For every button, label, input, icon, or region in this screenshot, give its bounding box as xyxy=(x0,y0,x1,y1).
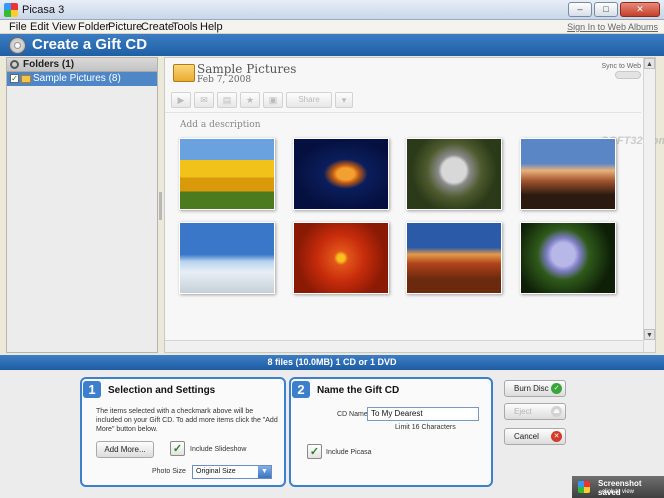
album-title: Sample Pictures xyxy=(197,62,297,76)
sidebar-item-sample-pictures[interactable]: ✓ Sample Pictures (8) xyxy=(7,72,157,86)
menu-create[interactable]: Create xyxy=(141,21,174,33)
sidebar-item-label: Sample Pictures (8) xyxy=(33,73,121,84)
folders-heading-label: Folders (1) xyxy=(23,59,75,70)
share-dropdown-button[interactable]: ▾ xyxy=(335,92,353,108)
window-title: Picasa 3 xyxy=(22,4,65,16)
burn-disc-label: Burn Disc xyxy=(514,384,549,393)
add-more-button[interactable]: Add More... xyxy=(96,441,154,458)
chevron-down-icon[interactable]: ▼ xyxy=(258,466,271,478)
cd-name-input[interactable]: To My Dearest xyxy=(367,407,479,421)
include-picasa-checkbox[interactable]: ✓ xyxy=(307,444,322,459)
print-button[interactable]: ▤ xyxy=(217,92,237,108)
sync-to-web-label: Sync to Web xyxy=(601,63,641,70)
toolbar-divider xyxy=(165,112,641,113)
vertical-scrollbar[interactable]: ▲ ▼ xyxy=(643,58,655,352)
lighthouse-photo[interactable] xyxy=(520,138,616,210)
star-button[interactable]: ★ xyxy=(240,92,260,108)
desert-photo[interactable] xyxy=(406,222,502,294)
sign-in-link[interactable]: Sign In to Web Albums xyxy=(567,22,658,32)
menu-help[interactable]: Help xyxy=(200,21,223,33)
title-bar: Picasa 3 – □ ✕ xyxy=(0,0,664,20)
hydrangeas-photo[interactable] xyxy=(520,222,616,294)
step-number-1: 1 xyxy=(83,381,101,398)
cancel-button[interactable]: Cancel ✕ xyxy=(504,428,566,445)
pane-splitter-handle[interactable] xyxy=(159,192,162,220)
folders-heading[interactable]: Folders (1) xyxy=(7,58,157,72)
menu-tools[interactable]: Tools xyxy=(172,21,198,33)
eject-label: Eject xyxy=(514,407,532,416)
close-window-button[interactable]: ✕ xyxy=(620,2,660,17)
step-number-2: 2 xyxy=(292,381,310,398)
play-slideshow-button[interactable]: ▶ xyxy=(171,92,191,108)
include-slideshow-checkbox[interactable]: ✓ xyxy=(170,441,185,456)
save-button[interactable]: ▣ xyxy=(263,92,283,108)
eject-button: Eject ⏏ xyxy=(504,403,566,420)
folder-icon xyxy=(21,75,31,83)
album-folder-icon xyxy=(173,64,195,82)
photo-size-label: Photo Size xyxy=(152,468,186,475)
picasa-toast-icon xyxy=(578,481,590,493)
maximize-button[interactable]: □ xyxy=(594,2,618,17)
email-button[interactable]: ✉ xyxy=(194,92,214,108)
burn-disc-button[interactable]: Burn Disc ✓ xyxy=(504,380,566,397)
window-controls: – □ ✕ xyxy=(568,2,660,17)
check-icon: ✓ xyxy=(551,383,562,394)
limit-hint: Limit 16 Characters xyxy=(395,424,456,431)
menu-file[interactable]: File xyxy=(9,21,27,33)
koala-photo[interactable] xyxy=(406,138,502,210)
eject-icon: ⏏ xyxy=(551,406,562,417)
menu-folder[interactable]: Folder xyxy=(78,21,109,33)
penguins-photo[interactable] xyxy=(179,222,275,294)
checkbox-icon[interactable]: ✓ xyxy=(10,74,19,83)
cancel-x-icon: ✕ xyxy=(551,431,562,442)
cd-icon xyxy=(9,37,26,54)
name-gift-cd-panel: 2 Name the Gift CD CD Name To My Dearest… xyxy=(289,377,493,487)
include-slideshow-label: Include Slideshow xyxy=(190,446,247,453)
cd-name-label: CD Name xyxy=(337,411,368,418)
cancel-label: Cancel xyxy=(514,432,539,441)
panel-title: Selection and Settings xyxy=(108,385,216,396)
menu-view[interactable]: View xyxy=(52,21,76,33)
page-title: Create a Gift CD xyxy=(32,36,148,53)
album-description[interactable]: Add a description xyxy=(180,120,261,130)
toast-subtitle: click to view xyxy=(602,489,635,495)
panel-description: The items selected with a checkmark abov… xyxy=(96,408,278,433)
picasa-app-icon xyxy=(4,3,18,17)
sync-to-web-toggle[interactable] xyxy=(615,71,641,79)
album-date: Feb 7, 2008 xyxy=(197,75,252,85)
tulips-photo[interactable] xyxy=(179,138,275,210)
horizontal-scrollbar[interactable] xyxy=(165,340,643,352)
scroll-down-icon[interactable]: ▼ xyxy=(644,329,655,340)
page-header: Create a Gift CD xyxy=(0,34,664,56)
minimize-button[interactable]: – xyxy=(568,2,592,17)
menu-picture[interactable]: Picture xyxy=(108,21,142,33)
selection-summary: 8 files (10.0MB) 1 CD or 1 DVD xyxy=(0,355,664,370)
menu-edit[interactable]: Edit xyxy=(30,21,49,33)
screenshot-saved-toast[interactable]: Screenshot saved click to view xyxy=(572,476,664,498)
chrysanthemum-photo[interactable] xyxy=(293,222,389,294)
photo-size-select[interactable]: Original Size ▼ xyxy=(192,465,272,479)
panel-title: Name the Gift CD xyxy=(317,385,400,396)
album-toolbar: ▶ ✉ ▤ ★ ▣ Share ▾ xyxy=(171,92,353,108)
album-panel: Sample Pictures Feb 7, 2008 Sync to Web … xyxy=(164,57,664,353)
magnifier-icon xyxy=(10,60,19,69)
jellyfish-photo[interactable] xyxy=(293,138,389,210)
selection-settings-panel: 1 Selection and Settings The items selec… xyxy=(80,377,286,487)
scroll-up-icon[interactable]: ▲ xyxy=(644,58,655,69)
menu-bar: File Edit View Folder Picture Create Too… xyxy=(0,20,664,34)
share-button[interactable]: Share xyxy=(286,92,332,108)
photo-size-value: Original Size xyxy=(196,468,236,475)
include-picasa-label: Include Picasa xyxy=(326,449,372,456)
folder-sidebar: Folders (1) ✓ Sample Pictures (8) xyxy=(6,57,158,353)
